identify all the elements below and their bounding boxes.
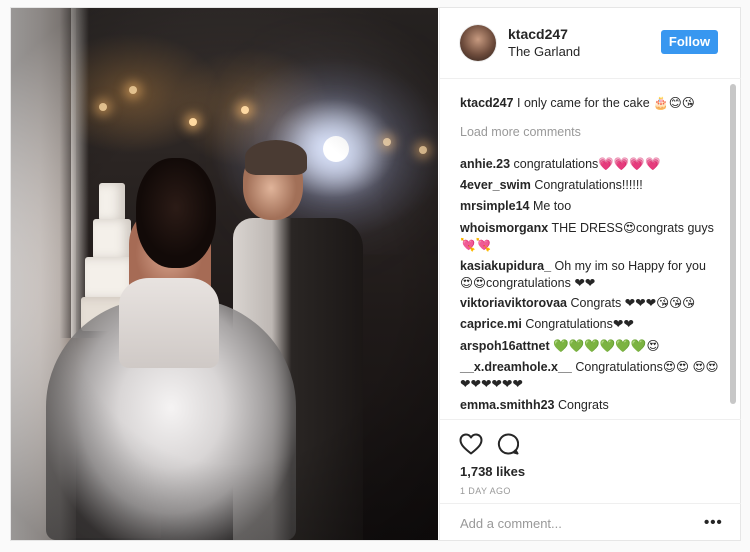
heart-icon[interactable]: [459, 433, 483, 455]
comment-text: Me too: [532, 199, 572, 213]
post-location[interactable]: The Garland: [508, 44, 580, 59]
comment-text: Congratulations!!!!!!: [534, 178, 643, 192]
comment-list[interactable]: ktacd247 I only came for the cake 🎂😊😘 Lo…: [440, 79, 741, 419]
comment-username[interactable]: kasiakupidura_: [460, 259, 551, 273]
caption-text: I only came for the cake 🎂😊😘: [517, 96, 695, 110]
load-more-comments-link[interactable]: Load more comments: [460, 125, 581, 139]
comment-text: Congratulations❤❤: [525, 317, 634, 331]
comment-username[interactable]: anhie.23: [460, 157, 510, 171]
comment-username[interactable]: arspoh16attnet: [460, 339, 550, 353]
list-item: mrsimple14 Me too: [460, 198, 722, 215]
caption: ktacd247 I only came for the cake 🎂😊😘: [460, 95, 722, 112]
more-options-icon[interactable]: •••: [704, 514, 723, 531]
comment-username[interactable]: whoismorganx: [460, 221, 548, 235]
comment-icon[interactable]: [497, 433, 519, 455]
list-item: viktoriaviktorovaa Congrats ❤❤❤😘😘😘: [460, 295, 722, 312]
comment-username[interactable]: caprice.mi: [460, 317, 522, 331]
list-item: 4ever_swim Congratulations!!!!!!: [460, 177, 722, 194]
list-item: whoismorganx THE DRESS😍congrats guys 💘💘: [460, 220, 722, 254]
comment-username[interactable]: 4ever_swim: [460, 178, 531, 192]
list-item: kasiakupidura_ Oh my im so Happy for you…: [460, 258, 722, 292]
comment-username[interactable]: mrsimple14: [460, 199, 529, 213]
add-comment-input[interactable]: [460, 514, 690, 532]
post-side-panel: ktacd247 The Garland Follow ktacd247 I o…: [439, 8, 741, 540]
list-item: caprice.mi Congratulations❤❤: [460, 316, 722, 333]
list-item: emma.smithh23 Congrats: [460, 397, 722, 414]
avatar[interactable]: [460, 25, 496, 61]
comments-scrollbar[interactable]: [730, 84, 736, 404]
list-item: anhie.23 congratulations💗💗💗💗: [460, 156, 722, 173]
photo-vignette: [11, 8, 438, 540]
comment-username[interactable]: emma.smithh23: [460, 398, 554, 412]
likes-count[interactable]: 1,738 likes: [460, 464, 525, 479]
comment-username[interactable]: __x.dreamhole.x__: [460, 360, 572, 374]
follow-button[interactable]: Follow: [661, 30, 718, 54]
list-item: arspoh16attnet 💚💚💚💚💚💚😍: [460, 338, 722, 355]
list-item: __x.dreamhole.x__ Congratulations😍😍 😍😍❤❤…: [460, 359, 722, 393]
post-header: ktacd247 The Garland Follow: [440, 8, 741, 79]
post-username[interactable]: ktacd247: [508, 26, 568, 42]
comment-username[interactable]: viktoriaviktorovaa: [460, 296, 567, 310]
caption-username[interactable]: ktacd247: [460, 96, 514, 110]
comment-text: Congrats: [557, 398, 609, 412]
post-timestamp: 1 DAY AGO: [460, 486, 511, 496]
comment-text: 💚💚💚💚💚💚😍: [553, 339, 660, 353]
post-actions: 1,738 likes 1 DAY AGO •••: [440, 419, 741, 541]
comment-text: Congrats ❤❤❤😘😘😘: [570, 296, 696, 310]
comment-text: congratulations💗💗💗💗: [513, 157, 661, 171]
post-card: ktacd247 The Garland Follow ktacd247 I o…: [10, 7, 741, 541]
add-comment-bar: •••: [440, 503, 741, 542]
post-photo[interactable]: [11, 8, 438, 540]
